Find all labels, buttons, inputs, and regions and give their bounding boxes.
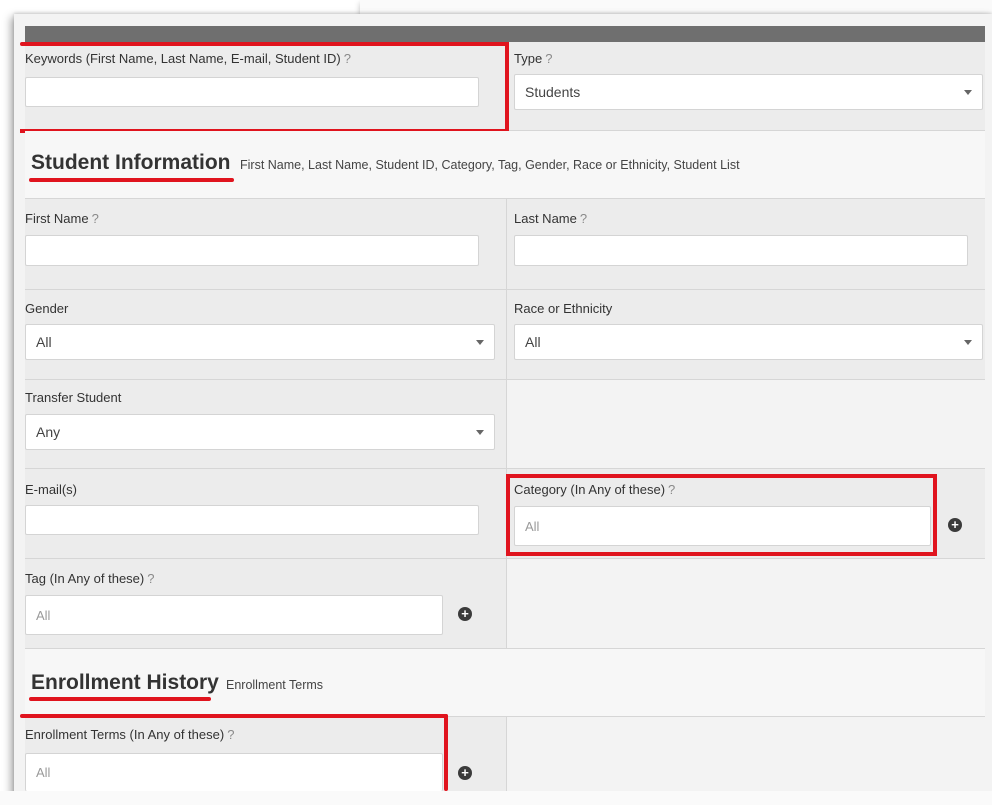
caret-down-icon — [476, 430, 484, 435]
last-name-label: Last Name? — [514, 211, 588, 226]
emails-label: E-mail(s) — [25, 482, 77, 497]
type-label: Type? — [514, 51, 553, 66]
student-info-title: Student Information — [31, 151, 231, 174]
panel-header-bar — [25, 26, 985, 42]
plus-circle-icon[interactable]: + — [458, 607, 472, 621]
enrollment-terms-placeholder: All — [36, 765, 51, 780]
last-name-input[interactable] — [514, 235, 968, 266]
enrollment-terms-input[interactable]: All — [25, 753, 443, 791]
race-selected-value: All — [525, 334, 541, 350]
window-edge — [360, 0, 992, 14]
student-info-underline — [29, 178, 234, 182]
enrollment-terms-highlight-right — [444, 714, 448, 791]
transfer-selected-value: Any — [36, 424, 61, 440]
gender-selected-value: All — [36, 334, 52, 350]
empty-cell — [506, 380, 985, 469]
enrollment-terms-label: Enrollment Terms (In Any of these)? — [25, 727, 235, 742]
category-highlight — [506, 474, 937, 556]
type-selected-value: Students — [525, 84, 581, 100]
window-bottom-edge — [0, 791, 992, 805]
tag-input[interactable]: All — [25, 595, 443, 635]
first-name-input[interactable] — [25, 235, 479, 266]
plus-circle-icon[interactable]: + — [458, 766, 472, 780]
race-label: Race or Ethnicity — [514, 301, 613, 316]
enrollment-terms-highlight-top — [20, 714, 448, 718]
keywords-highlight-top — [20, 42, 509, 46]
gender-select[interactable]: All — [25, 324, 495, 360]
help-icon[interactable]: ? — [227, 727, 234, 742]
gender-label: Gender — [25, 301, 69, 316]
caret-down-icon — [964, 90, 972, 95]
enrollment-history-title: Enrollment History — [31, 671, 219, 694]
empty-cell — [506, 559, 985, 649]
empty-cell — [506, 717, 985, 791]
enrollment-history-subtitle: Enrollment Terms — [226, 678, 324, 692]
plus-circle-icon[interactable]: + — [948, 518, 962, 532]
transfer-select[interactable]: Any — [25, 414, 495, 450]
enrollment-history-underline — [29, 697, 211, 701]
student-info-subtitle: First Name, Last Name, Student ID, Categ… — [240, 158, 740, 172]
emails-input[interactable] — [25, 505, 479, 535]
help-icon[interactable]: ? — [92, 211, 99, 226]
help-icon[interactable]: ? — [545, 51, 552, 66]
caret-down-icon — [964, 340, 972, 345]
help-icon[interactable]: ? — [580, 211, 587, 226]
type-select[interactable]: Students — [514, 74, 983, 110]
race-select[interactable]: All — [514, 324, 983, 360]
transfer-label: Transfer Student — [25, 390, 122, 405]
first-name-label: First Name? — [25, 211, 99, 226]
keywords-highlight — [20, 42, 509, 133]
help-icon[interactable]: ? — [147, 571, 154, 586]
tag-label: Tag (In Any of these)? — [25, 571, 155, 586]
tag-placeholder: All — [36, 607, 51, 623]
caret-down-icon — [476, 340, 484, 345]
